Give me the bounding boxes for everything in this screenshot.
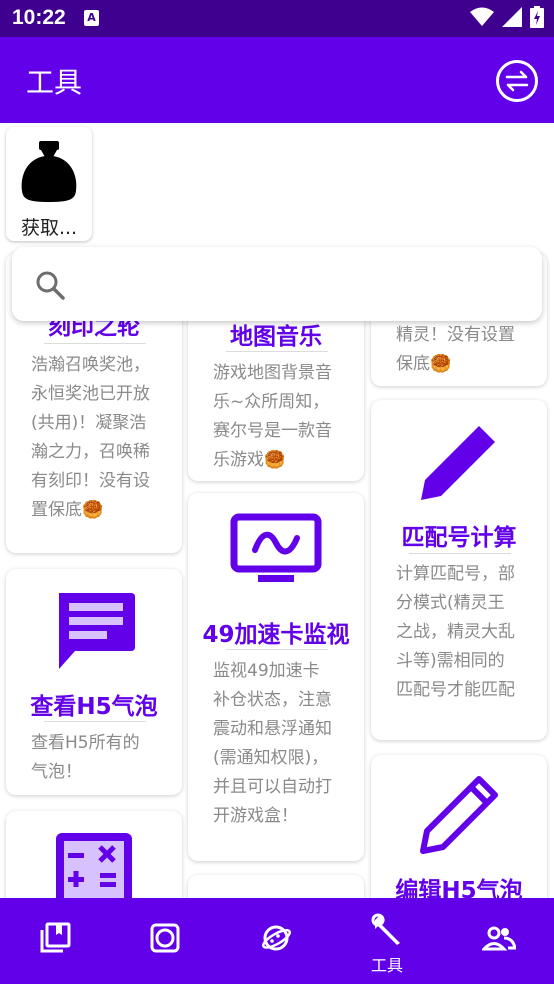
card-title: 49加速卡监视 [202,622,350,648]
nav-label-tools: 工具 [370,956,403,975]
swap-icon [505,70,529,92]
page-title: 工具 [26,66,83,99]
planet-icon [262,925,291,951]
search-bar[interactable] [12,247,542,321]
wifi-icon [470,7,494,26]
bottom-navigation: 工具 [0,898,554,984]
card-title: 地图音乐 [230,324,322,350]
card-description: 计算匹配号，部分模式(精灵王之战，精灵大乱斗等)需相同的匹配号才能匹配 [396,564,515,700]
status-icons [470,6,544,28]
card-description: 游戏地图背景音乐~众所周知，赛尔号是一款音乐游戏🥮 [213,363,332,470]
card-description: 监视49加速卡补仓状态，注意震动和悬浮通知(需通知权限)，并且可以自动打开游戏盒… [213,661,332,826]
chat-message-icon [53,589,137,677]
status-bar: 10:22 A [0,0,554,37]
app-bar: 工具 [0,37,554,123]
card-title: 编辑H5气泡 [395,878,523,898]
money-bag-icon [21,141,77,202]
top-tile-label: 获取... [20,217,78,239]
lens-icon [150,923,180,953]
tool-card-calculator[interactable] [6,811,182,898]
card-divider [44,343,146,344]
pencil-icon [415,422,503,510]
calculator-icon [56,833,132,898]
card-description: 查看H5所有的气泡！ [31,733,140,782]
card-description: 浩瀚召唤奖池，永恒奖池已开放(共用)！凝聚浩瀚之力，召唤稀有刻印！没有设置保底🥮 [31,355,150,520]
tool-card-49-accelerator-monitor[interactable]: 49加速卡监视 监视49加速卡补仓状态，注意震动和悬浮通知(需通知权限)，并且可… [188,493,364,861]
nav-item-planet[interactable] [221,898,331,984]
card-divider [44,721,146,722]
card-title: 匹配号计算 [401,525,517,551]
edit-pencil-icon [415,773,501,861]
tool-card-bottom-middle[interactable] [188,875,364,898]
card-divider [226,351,328,352]
nav-item-people[interactable] [443,898,553,984]
monitor-wave-icon [230,513,322,591]
people-icon [482,926,516,951]
tools-content[interactable]: 获取... 刻印之轮 浩瀚召唤奖池，永恒奖池已开放(共用)！凝聚浩瀚之力，召唤稀… [0,123,554,898]
swap-button[interactable] [496,60,538,102]
tool-card-edit-h5-bubble[interactable]: 编辑H5气泡 [371,755,547,898]
top-tile-get[interactable]: 获取... [6,127,92,241]
card-description: 精灵！没有设置保底🥮 [396,325,515,374]
search-icon [36,271,65,300]
card-title: 查看H5气泡 [30,694,158,720]
card-divider [409,553,511,554]
collections-bookmark-icon [40,922,71,953]
notification-a-icon: A [84,10,99,26]
tool-card-view-h5-bubble[interactable]: 查看H5气泡 查看H5所有的气泡！ [6,569,182,795]
battery-icon [530,6,544,28]
status-time: 10:22 [12,6,66,29]
card-divider [226,649,328,650]
nav-item-lens[interactable] [110,898,220,984]
signal-icon [502,7,522,27]
tool-card-match-number-calc[interactable]: 匹配号计算 计算匹配号，部分模式(精灵王之战，精灵大乱斗等)需相同的匹配号才能匹… [371,400,547,740]
wrench-icon [371,913,400,945]
nav-item-tools[interactable]: 工具 [332,898,442,984]
nav-item-collections[interactable] [0,898,110,984]
